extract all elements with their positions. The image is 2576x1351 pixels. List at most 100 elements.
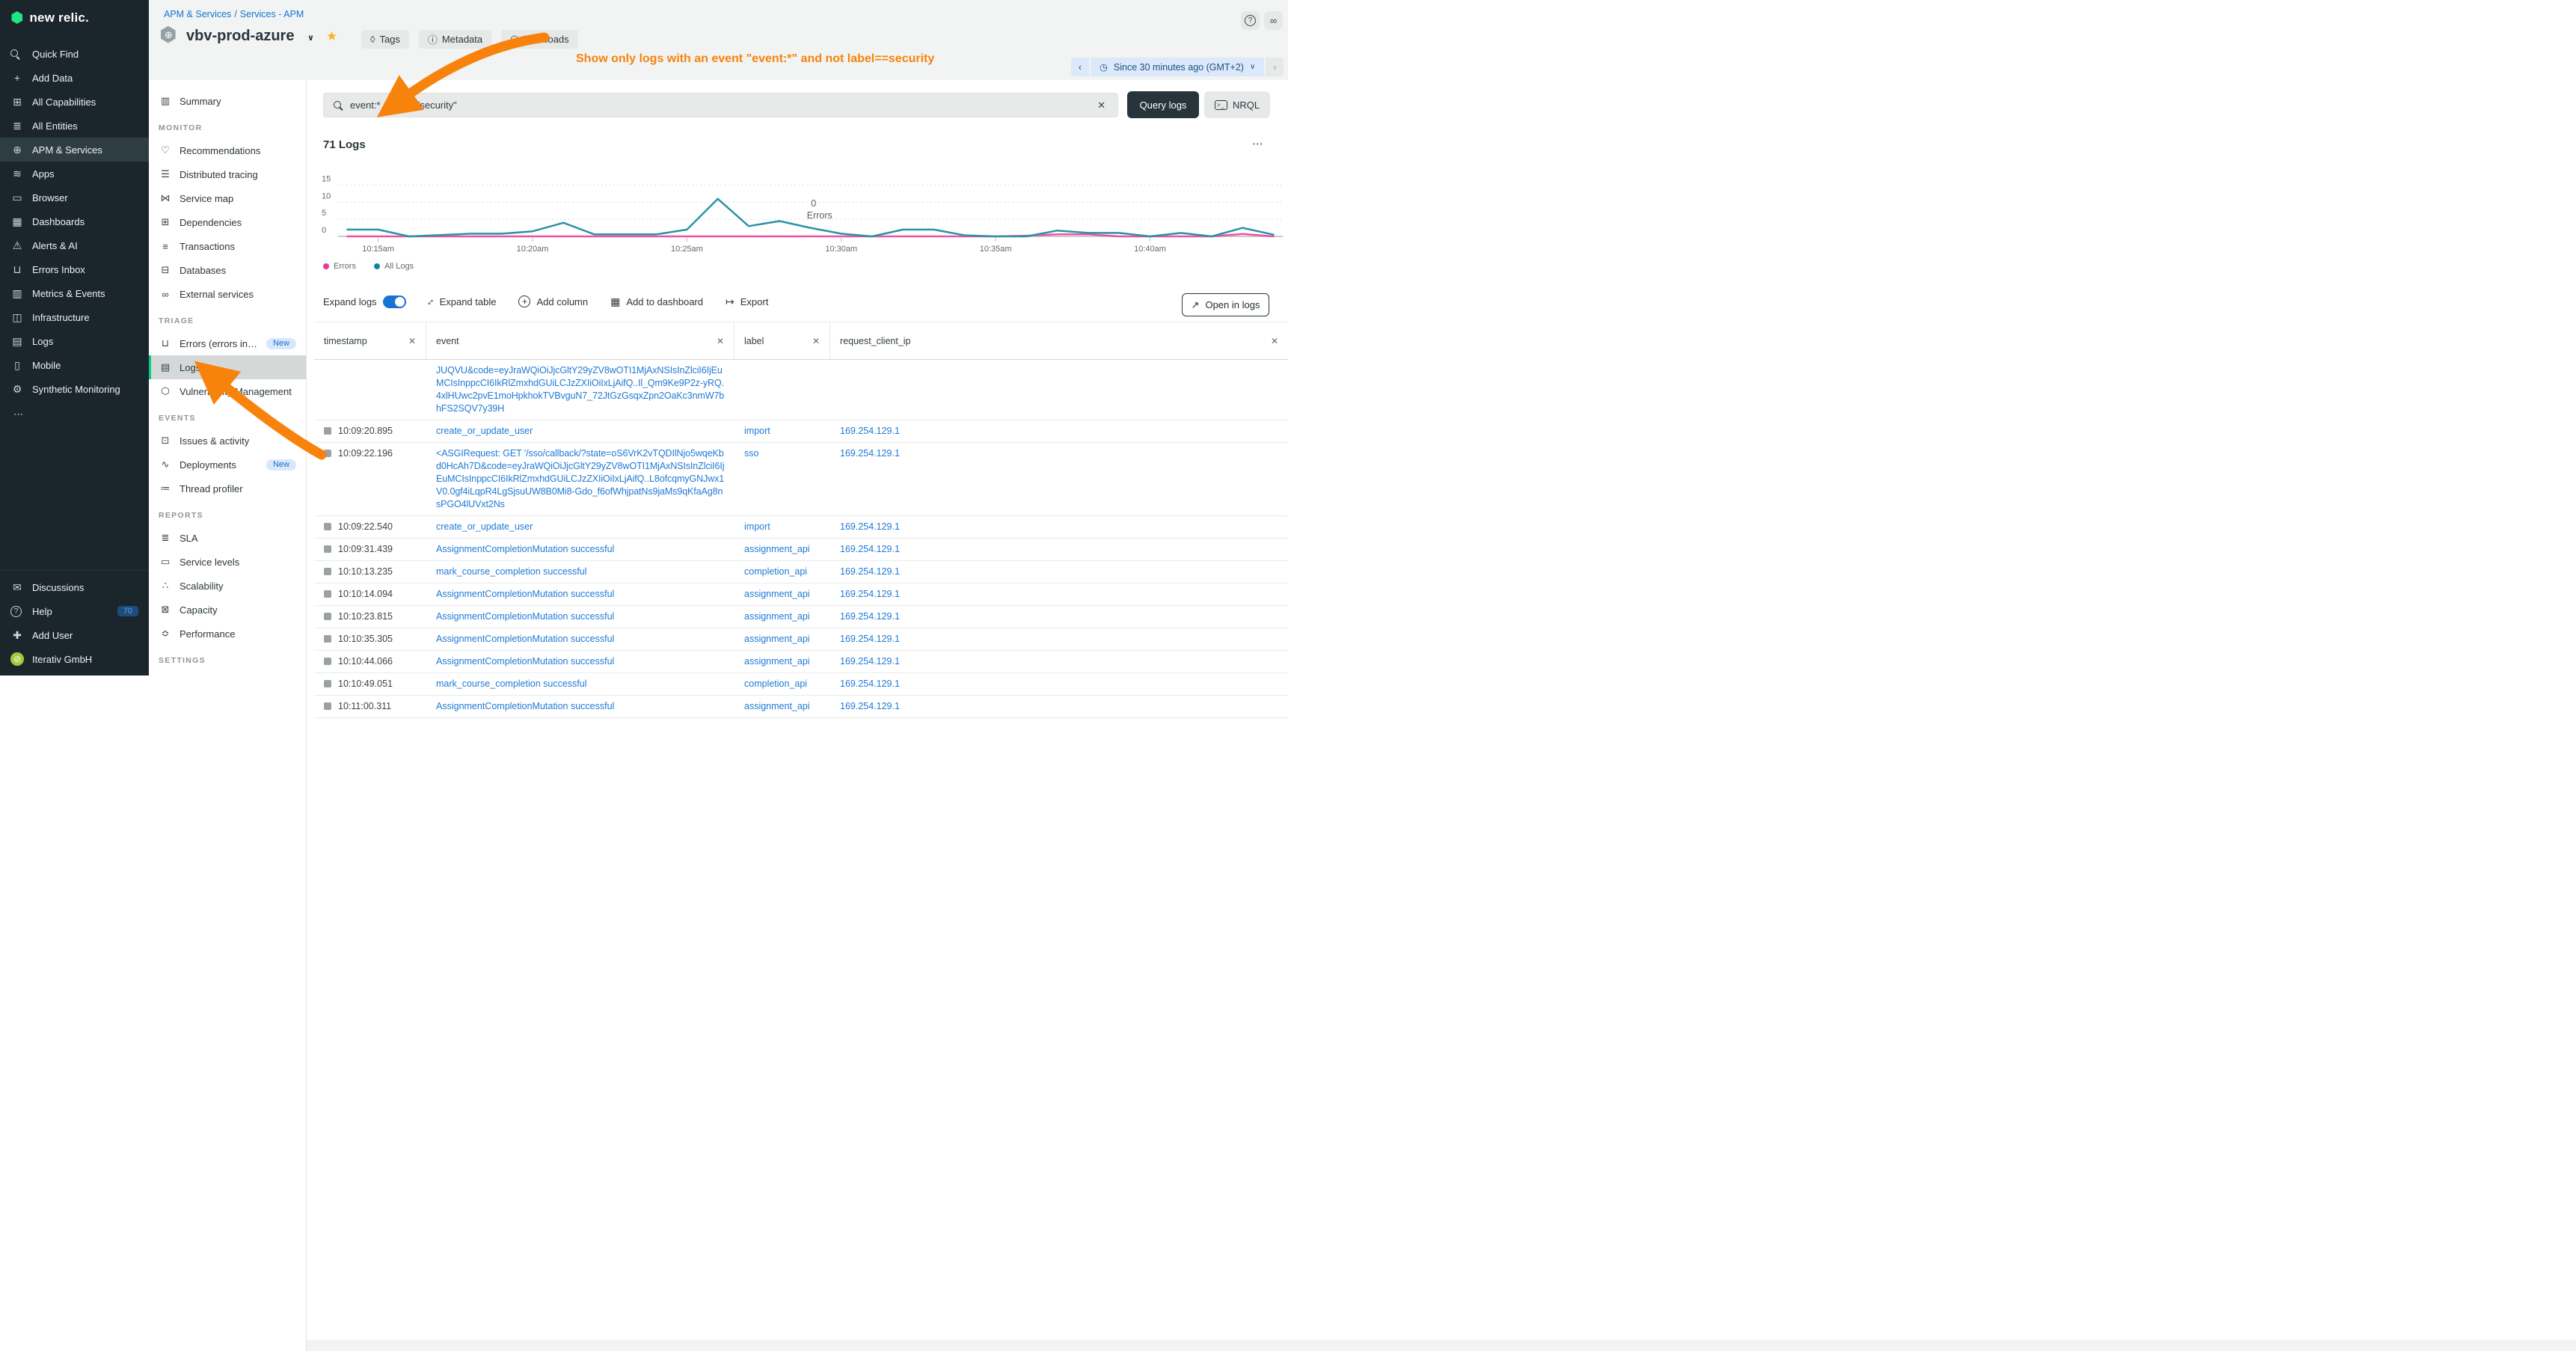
table-row[interactable]: 10:09:22.540create_or_update_userimport1…	[314, 516, 1288, 539]
expand-table-button[interactable]: ↕ Expand table	[429, 295, 497, 307]
search-query-value[interactable]: event:* -"label":"security"	[350, 99, 1095, 111]
subnav-item-logs[interactable]: ▤Logs	[149, 355, 306, 379]
remove-column-icon[interactable]: ✕	[401, 336, 416, 346]
request-ip-link[interactable]: 169.254.129.1	[840, 678, 1278, 690]
label-link[interactable]: assignment_api	[744, 633, 821, 646]
remove-column-icon[interactable]: ✕	[1263, 336, 1278, 346]
open-in-logs-button[interactable]: ↗ Open in logs	[1182, 293, 1269, 316]
request-ip-link[interactable]: 169.254.129.1	[840, 655, 1278, 668]
subnav-item-capacity[interactable]: ⊠Capacity	[149, 598, 306, 622]
table-row[interactable]: JUQVU&code=eyJraWQiOiJjcGltY29yZV8wOTI1M…	[314, 360, 1288, 420]
label-link[interactable]: assignment_api	[744, 610, 821, 623]
panel-menu-ellipsis[interactable]: ⋯	[1252, 137, 1265, 150]
subnav-item-scalability[interactable]: ∴Scalability	[149, 574, 306, 598]
sidebar-item-all-capabilities[interactable]: ⊞All Capabilities	[0, 90, 149, 114]
remove-column-icon[interactable]: ✕	[709, 336, 724, 346]
query-logs-button[interactable]: Query logs	[1127, 91, 1199, 118]
subnav-item-service-levels[interactable]: ▭Service levels	[149, 550, 306, 574]
event-link[interactable]: mark_course_completion successful	[436, 566, 725, 578]
request-ip-link[interactable]: 169.254.129.1	[840, 633, 1278, 646]
sidebar-item-metrics-events[interactable]: ▥Metrics & Events	[0, 281, 149, 305]
subnav-item-thread-profiler[interactable]: ≔Thread profiler	[149, 477, 306, 500]
subnav-item-distributed-tracing[interactable]: ☰Distributed tracing	[149, 162, 306, 186]
event-link[interactable]: mark_course_completion successful	[436, 678, 725, 690]
nrql-button[interactable]: >_ NRQL	[1204, 91, 1270, 118]
request-ip-link[interactable]: 169.254.129.1	[840, 610, 1278, 623]
table-row[interactable]: 10:09:20.895create_or_update_userimport1…	[314, 420, 1288, 443]
permalink-button[interactable]: ∞	[1264, 11, 1283, 30]
toggle-on-icon[interactable]	[383, 295, 406, 308]
event-link[interactable]: AssignmentCompletionMutation successful	[436, 543, 725, 556]
remove-column-icon[interactable]: ✕	[805, 336, 820, 346]
favorite-star-icon[interactable]: ★	[326, 29, 337, 44]
label-link[interactable]: import	[744, 425, 821, 438]
subnav-item-databases[interactable]: ⊟Databases	[149, 258, 306, 282]
subnav-item-deployments[interactable]: ∿DeploymentsNew	[149, 453, 306, 477]
page-title[interactable]: vbv-prod-azure	[186, 28, 294, 45]
event-link[interactable]: JUQVU&code=eyJraWQiOiJjcGltY29yZV8wOTI1M…	[436, 364, 725, 415]
subnav-item-recommendations[interactable]: ♡Recommendations	[149, 138, 306, 162]
label-link[interactable]: sso	[744, 447, 821, 460]
sidebar-item-add-user[interactable]: ✚Add User	[0, 623, 149, 647]
sidebar-item-errors-inbox[interactable]: ⊔Errors Inbox	[0, 257, 149, 281]
sidebar-item-alerts-ai[interactable]: ⚠Alerts & AI	[0, 233, 149, 257]
time-forward-button[interactable]: ›	[1266, 58, 1284, 76]
sidebar-item-add-data[interactable]: +Add Data	[0, 66, 149, 90]
event-link[interactable]: AssignmentCompletionMutation successful	[436, 610, 725, 623]
request-ip-link[interactable]: 169.254.129.1	[840, 700, 1278, 713]
expand-logs-toggle[interactable]: Expand logs	[323, 295, 406, 308]
table-row[interactable]: 10:10:35.305AssignmentCompletionMutation…	[314, 628, 1288, 651]
sidebar-item-apps[interactable]: ≋Apps	[0, 162, 149, 186]
table-row[interactable]: 10:10:49.051mark_course_completion succe…	[314, 673, 1288, 696]
event-link[interactable]: AssignmentCompletionMutation successful	[436, 633, 725, 646]
sidebar-item-browser[interactable]: ▭Browser	[0, 186, 149, 209]
subnav-item-vulnerability-management[interactable]: ⬡Vulnerability Management	[149, 379, 306, 403]
table-row[interactable]: 10:10:44.066AssignmentCompletionMutation…	[314, 651, 1288, 673]
breadcrumb-apm-services[interactable]: APM & Services	[164, 9, 231, 19]
sidebar-more-button[interactable]: ⋯	[0, 401, 149, 428]
subnav-item-issues-activity[interactable]: ⊡Issues & activity	[149, 429, 306, 453]
sidebar-item-mobile[interactable]: ▯Mobile	[0, 353, 149, 377]
request-ip-link[interactable]: 169.254.129.1	[840, 447, 1278, 460]
sidebar-item-apm-services[interactable]: ⊕APM & Services	[0, 138, 149, 162]
request-ip-link[interactable]: 169.254.129.1	[840, 566, 1278, 578]
request-ip-link[interactable]: 169.254.129.1	[840, 425, 1278, 438]
title-chevron-down-icon[interactable]: ∨	[307, 33, 314, 43]
table-row[interactable]: 10:10:23.815AssignmentCompletionMutation…	[314, 606, 1288, 628]
sidebar-item-logs[interactable]: ▤Logs	[0, 329, 149, 353]
new-relic-logo[interactable]: ⬢ new relic.	[0, 0, 149, 25]
event-link[interactable]: <ASGIRequest: GET '/sso/callback/?state=…	[436, 447, 725, 511]
tags-button[interactable]: ◊Tags	[361, 30, 409, 49]
workloads-button[interactable]: ⬡Workloads	[501, 30, 578, 49]
table-row[interactable]: 10:11:00.311AssignmentCompletionMutation…	[314, 696, 1288, 718]
subnav-item-transactions[interactable]: ≡Transactions	[149, 234, 306, 258]
label-link[interactable]: import	[744, 521, 821, 533]
table-row[interactable]: 10:10:14.094AssignmentCompletionMutation…	[314, 583, 1288, 606]
subnav-item-dependencies[interactable]: ⊞Dependencies	[149, 210, 306, 234]
label-link[interactable]: completion_api	[744, 678, 821, 690]
export-button[interactable]: ↦ Export	[726, 295, 768, 308]
sidebar-item-help[interactable]: ?Help70	[0, 599, 149, 623]
event-link[interactable]: AssignmentCompletionMutation successful	[436, 588, 725, 601]
sidebar-item-iterativ-gmbh[interactable]: ⊘Iterativ GmbH	[0, 647, 149, 671]
table-row[interactable]: 10:09:31.439AssignmentCompletionMutation…	[314, 539, 1288, 561]
help-button[interactable]: ?	[1241, 11, 1260, 30]
table-row[interactable]: 10:09:22.196<ASGIRequest: GET '/sso/call…	[314, 443, 1288, 516]
request-ip-link[interactable]: 169.254.129.1	[840, 543, 1278, 556]
label-link[interactable]: assignment_api	[744, 700, 821, 713]
event-link[interactable]: AssignmentCompletionMutation successful	[436, 700, 725, 713]
subnav-item-service-map[interactable]: ⋈Service map	[149, 186, 306, 210]
sidebar-item-synthetic-monitoring[interactable]: ⚙Synthetic Monitoring	[0, 377, 149, 401]
label-link[interactable]: assignment_api	[744, 588, 821, 601]
label-link[interactable]: completion_api	[744, 566, 821, 578]
clear-search-icon[interactable]: ✕	[1095, 99, 1108, 111]
label-link[interactable]: assignment_api	[744, 543, 821, 556]
time-back-button[interactable]: ‹	[1071, 58, 1089, 76]
subnav-item-performance[interactable]: ≎Performance	[149, 622, 306, 646]
subnav-item-external-services[interactable]: ∞External services	[149, 282, 306, 306]
request-ip-link[interactable]: 169.254.129.1	[840, 588, 1278, 601]
logs-search-input[interactable]: event:* -"label":"security" ✕	[323, 93, 1118, 117]
add-column-button[interactable]: + Add column	[518, 295, 588, 307]
sidebar-item-all-entities[interactable]: ≣All Entities	[0, 114, 149, 138]
metadata-button[interactable]: ⓘMetadata	[419, 30, 491, 49]
